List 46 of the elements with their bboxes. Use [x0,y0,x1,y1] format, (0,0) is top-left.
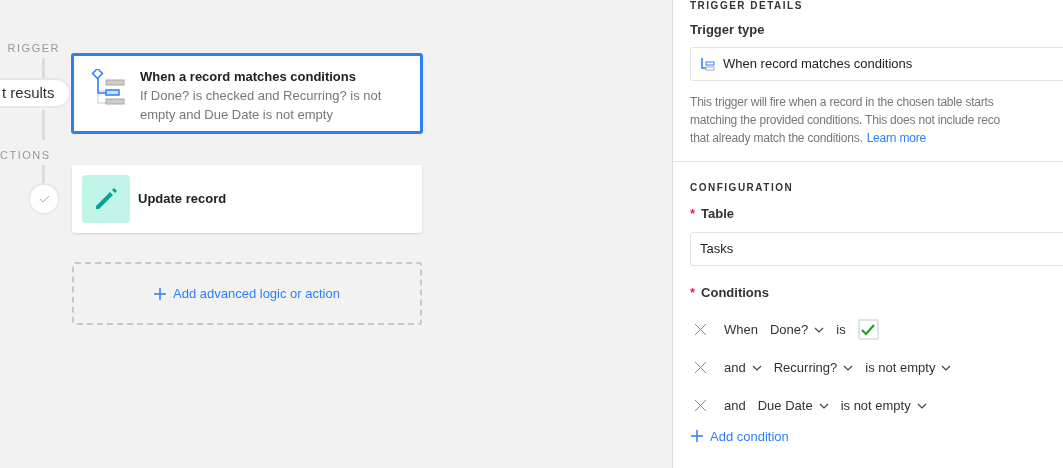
plus-icon [154,287,166,300]
field-label: Table [701,204,735,223]
test-results-pill[interactable]: t results [0,78,71,108]
chevron-down-icon [818,402,829,409]
remove-icon[interactable] [695,362,706,373]
condition-dropdown[interactable]: is not empty [865,357,952,378]
condition-dropdown[interactable]: Recurring? [773,357,854,378]
section-title: TRIGGER DETAILS [690,0,804,12]
condition-text: is [836,320,846,339]
chevron-down-icon [814,326,825,333]
card-title: Update record [138,190,227,209]
trigger-type-select[interactable]: When record matches conditions [690,46,1063,81]
help-text: This trigger will fire when a record in the chosen table starts [690,93,995,111]
help-text: that already match the conditions. [690,129,863,147]
card-title: When a record matches conditions [140,68,357,86]
chevron-down-icon [843,364,854,371]
card-description: If Done? is checked and Recurring? is not empty and Due Date is not empty [140,87,383,124]
condition-dropdown[interactable]: Due Date [757,395,829,416]
condition-checkbox[interactable] [857,319,879,340]
condition-tree-icon [90,69,126,105]
add-condition-button[interactable]: Add condition [691,426,789,446]
chevron-down-icon [916,402,927,409]
section-label: RIGGER [6,41,60,56]
field-label: Trigger type [690,21,766,39]
condition-text: and [724,396,746,415]
help-text: matching the provided conditions. This does not include reco [690,111,1001,129]
condition-dropdown[interactable]: and [724,357,762,378]
section-title: CONFIGURATION [690,180,795,195]
condition-dropdown[interactable]: Done? [769,319,825,340]
field-label: Conditions [701,284,769,302]
condition-dropdown[interactable]: is not empty [840,395,927,416]
required-mark: * [690,284,696,302]
remove-icon[interactable] [695,324,706,335]
pencil-icon [82,175,130,223]
remove-icon[interactable] [695,400,706,411]
section-label: CTIONS [0,148,48,163]
trigger-card[interactable]: When a record matches conditions If Done? is checked and Recurring? is not empty and Due Date is not empty [71,53,423,134]
condition-text: When [724,320,758,339]
table-select[interactable]: Tasks [690,232,1063,266]
required-mark: * [690,204,696,223]
condition-tree-icon [699,55,715,72]
chevron-down-icon [751,364,762,371]
learn-more-link[interactable]: Learn more [866,128,926,147]
chevron-down-icon [941,364,952,371]
action-card[interactable]: Update record [72,165,422,233]
plus-icon [691,430,703,443]
